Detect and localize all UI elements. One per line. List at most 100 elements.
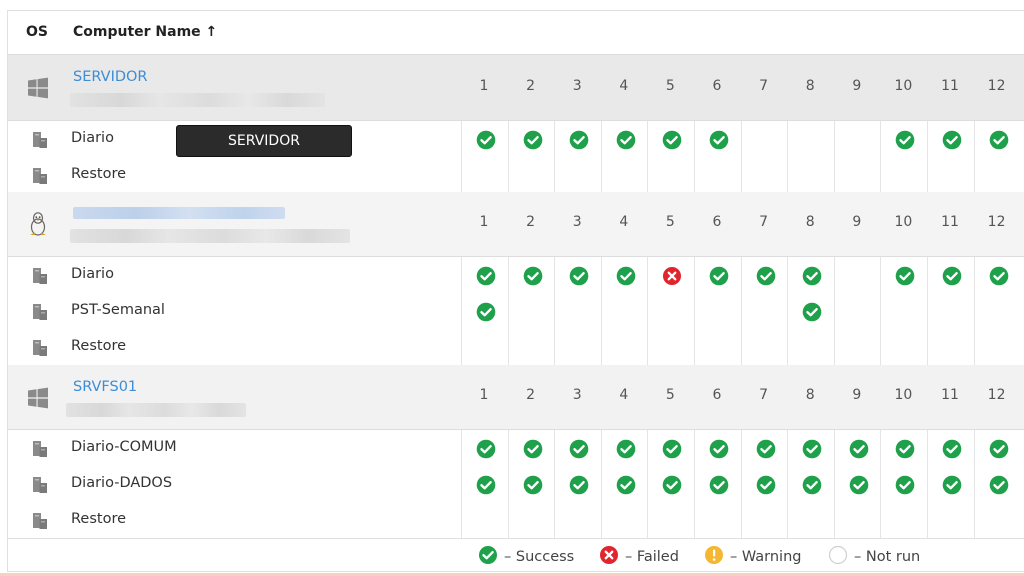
- success-icon[interactable]: [476, 130, 496, 154]
- success-icon[interactable]: [709, 439, 729, 463]
- backup-job-name[interactable]: Restore: [71, 511, 126, 527]
- day-status-cell[interactable]: [740, 466, 788, 502]
- success-icon[interactable]: [523, 439, 543, 463]
- backup-job-row[interactable]: Restore: [8, 157, 1024, 194]
- success-icon[interactable]: [523, 266, 543, 290]
- day-status-cell[interactable]: [740, 257, 788, 293]
- day-status-cell[interactable]: [507, 121, 555, 157]
- backup-job-name[interactable]: Restore: [71, 166, 126, 182]
- success-icon[interactable]: [895, 130, 915, 154]
- day-status-cell[interactable]: [973, 257, 1021, 293]
- computer-name-link-redacted[interactable]: [73, 207, 285, 219]
- success-icon[interactable]: [849, 475, 869, 499]
- success-icon[interactable]: [569, 266, 589, 290]
- success-icon[interactable]: [942, 475, 962, 499]
- day-status-cell[interactable]: [927, 466, 974, 502]
- success-icon[interactable]: [476, 266, 496, 290]
- success-icon[interactable]: [895, 439, 915, 463]
- day-status-cell[interactable]: [787, 466, 834, 502]
- day-status-cell[interactable]: [554, 257, 601, 293]
- success-icon[interactable]: [523, 475, 543, 499]
- backup-job-name[interactable]: PST-Semanal: [71, 302, 165, 318]
- success-icon[interactable]: [989, 475, 1009, 499]
- success-icon[interactable]: [709, 266, 729, 290]
- success-icon[interactable]: [476, 439, 496, 463]
- success-icon[interactable]: [616, 439, 636, 463]
- day-status-cell[interactable]: [600, 466, 648, 502]
- day-status-cell[interactable]: [833, 430, 881, 466]
- success-icon[interactable]: [662, 439, 682, 463]
- day-status-cell[interactable]: [880, 257, 927, 293]
- success-icon[interactable]: [849, 439, 869, 463]
- day-status-cell[interactable]: [927, 430, 974, 466]
- backup-job-row[interactable]: Diario: [8, 121, 1024, 158]
- backup-job-name[interactable]: Diario: [71, 130, 114, 146]
- success-icon[interactable]: [802, 302, 822, 326]
- day-status-cell[interactable]: [927, 257, 974, 293]
- success-icon[interactable]: [802, 475, 822, 499]
- day-status-cell[interactable]: [880, 121, 927, 157]
- success-icon[interactable]: [756, 266, 776, 290]
- success-icon[interactable]: [756, 475, 776, 499]
- backup-job-name[interactable]: Diario-COMUM: [71, 439, 177, 455]
- backup-job-row[interactable]: Restore: [8, 329, 1024, 366]
- success-icon[interactable]: [616, 130, 636, 154]
- backup-job-row[interactable]: PST-Semanal: [8, 293, 1024, 330]
- success-icon[interactable]: [476, 475, 496, 499]
- day-status-cell[interactable]: [600, 257, 648, 293]
- day-status-cell[interactable]: [647, 430, 694, 466]
- success-icon[interactable]: [989, 266, 1009, 290]
- day-status-cell[interactable]: [880, 466, 927, 502]
- day-status-cell[interactable]: [647, 121, 694, 157]
- day-status-cell[interactable]: [694, 430, 741, 466]
- day-status-cell[interactable]: [600, 121, 648, 157]
- day-status-cell[interactable]: [694, 121, 741, 157]
- backup-job-name[interactable]: Restore: [71, 338, 126, 354]
- day-status-cell[interactable]: [647, 466, 694, 502]
- success-icon[interactable]: [989, 130, 1009, 154]
- success-icon[interactable]: [756, 439, 776, 463]
- day-status-cell[interactable]: [507, 257, 555, 293]
- backup-job-row[interactable]: Restore: [8, 502, 1024, 539]
- success-icon[interactable]: [476, 302, 496, 326]
- success-icon[interactable]: [802, 266, 822, 290]
- success-icon[interactable]: [662, 130, 682, 154]
- day-status-cell[interactable]: [880, 430, 927, 466]
- day-status-cell[interactable]: [461, 430, 508, 466]
- day-status-cell[interactable]: [461, 466, 508, 502]
- backup-job-row[interactable]: Diario: [8, 257, 1024, 294]
- day-status-cell[interactable]: [973, 466, 1021, 502]
- day-status-cell[interactable]: [694, 466, 741, 502]
- day-status-cell[interactable]: [694, 257, 741, 293]
- success-icon[interactable]: [569, 439, 589, 463]
- success-icon[interactable]: [662, 475, 682, 499]
- backup-job-row[interactable]: Diario-DADOS: [8, 466, 1024, 503]
- day-status-cell[interactable]: [787, 293, 834, 329]
- success-icon[interactable]: [942, 130, 962, 154]
- day-status-cell[interactable]: [647, 257, 694, 293]
- computer-name-link[interactable]: SERVIDOR: [73, 69, 148, 85]
- failed-icon[interactable]: [662, 266, 682, 290]
- day-status-cell[interactable]: [787, 257, 834, 293]
- computer-name-column-header[interactable]: Computer Name ↑: [73, 24, 217, 40]
- day-status-cell[interactable]: [740, 430, 788, 466]
- day-status-cell[interactable]: [787, 430, 834, 466]
- day-status-cell[interactable]: [973, 430, 1021, 466]
- success-icon[interactable]: [709, 130, 729, 154]
- success-icon[interactable]: [802, 439, 822, 463]
- success-icon[interactable]: [616, 266, 636, 290]
- backup-job-name[interactable]: Diario-DADOS: [71, 475, 172, 491]
- backup-job-name[interactable]: Diario: [71, 266, 114, 282]
- os-column-header[interactable]: OS: [26, 24, 48, 40]
- success-icon[interactable]: [942, 439, 962, 463]
- day-status-cell[interactable]: [600, 430, 648, 466]
- backup-job-row[interactable]: Diario-COMUM: [8, 430, 1024, 467]
- day-status-cell[interactable]: [833, 466, 881, 502]
- success-icon[interactable]: [616, 475, 636, 499]
- day-status-cell[interactable]: [461, 257, 508, 293]
- day-status-cell[interactable]: [554, 121, 601, 157]
- day-status-cell[interactable]: [461, 121, 508, 157]
- day-status-cell[interactable]: [507, 430, 555, 466]
- day-status-cell[interactable]: [554, 430, 601, 466]
- day-status-cell[interactable]: [507, 466, 555, 502]
